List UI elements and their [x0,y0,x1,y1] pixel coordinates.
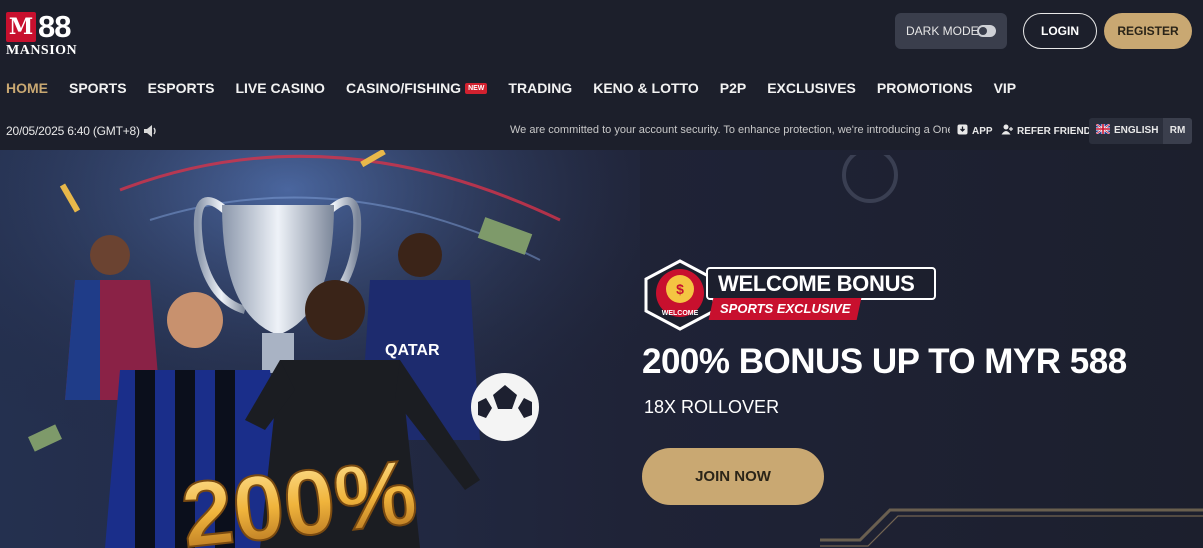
badge-welcome-text: WELCOME [662,310,699,317]
svg-text:QATAR: QATAR [385,342,440,359]
logo-name: MANSION [6,43,78,58]
nav-item-label: ESPORTS [147,80,215,96]
bonus-headline: 200% BONUS UP TO MYR 588 [642,342,1127,381]
sports-exclusive-label: SPORTS EXCLUSIVE [719,301,851,316]
announcement-marquee[interactable]: We are committed to your account securit… [510,124,950,136]
main-nav: HOME SPORTS ESPORTS LIVE CASINO CASINO/F… [0,76,1037,100]
language-label: ENGLISH [1114,125,1159,136]
join-now-button[interactable]: JOIN NOW [642,448,824,505]
m88-mansion-logo[interactable]: M 88 MANSION [6,9,82,58]
nav-item-label: SPORTS [69,80,127,96]
nav-item-trading[interactable]: TRADING [508,80,572,96]
refer-friend-icon [1001,124,1013,138]
nav-item-label: VIP [993,80,1017,96]
dark-mode-label: DARK MODE [906,24,979,38]
banner-artwork: QATAR 200% [0,150,640,548]
nav-item-casino-fishing[interactable]: CASINO/FISHING NEW [345,80,488,96]
register-button[interactable]: REGISTER [1104,13,1192,49]
rollover-text: 18X ROLLOVER [644,397,780,417]
decorative-ring [842,155,898,203]
nav-item-label: P2P [719,80,747,96]
logo-mark: M [6,12,36,42]
uk-flag-icon [1095,123,1111,137]
sports-exclusive-ribbon: SPORTS EXCLUSIVE [708,298,862,320]
nav-item-esports[interactable]: ESPORTS [148,80,215,96]
new-badge: NEW [465,82,488,94]
logo-top: M 88 [6,9,82,44]
logo-number: 88 [38,9,71,44]
svg-text:$: $ [676,281,684,297]
info-bar: 20/05/2025 6:40 (GMT+8) We are committed… [0,112,1203,150]
nav-item-label: TRADING [508,80,573,96]
nav-item-label: KENO & LOTTO [593,80,699,96]
refer-friend-label: REFER FRIEND [1017,125,1091,137]
nav-item-label: CASINO/FISHING [345,80,462,96]
toggle-switch-icon[interactable] [977,25,996,37]
app-link[interactable]: APP [957,124,993,138]
nav-item-keno-lotto[interactable]: KENO & LOTTO [593,80,699,96]
app-icon [957,124,968,138]
nav-item-label: EXCLUSIVES [767,80,856,96]
nav-item-sports[interactable]: SPORTS [69,80,127,96]
announcement-text: We are committed to your account securit… [510,124,950,136]
nav-item-exclusives[interactable]: EXCLUSIVES [767,80,856,96]
current-datetime: 20/05/2025 6:40 (GMT+8) [6,124,140,138]
language-selector[interactable]: ENGLISH [1095,123,1159,137]
site-header: M 88 MANSION DARK MODE LOGIN REGISTER HO… [0,0,1203,112]
currency-selector[interactable]: RM [1163,118,1192,144]
nav-item-label: PROMOTIONS [876,80,973,96]
welcome-bonus-title: WELCOME BONUS [706,267,936,300]
nav-item-p2p[interactable]: P2P [720,80,746,96]
login-button[interactable]: LOGIN [1023,13,1097,49]
speaker-icon [143,124,159,138]
nav-item-vip[interactable]: VIP [994,80,1017,96]
app-label: APP [972,125,993,137]
nav-item-label: LIVE CASINO [235,80,325,96]
football-illustration [471,373,539,441]
dark-mode-toggle[interactable]: DARK MODE [895,13,1007,49]
nav-item-promotions[interactable]: PROMOTIONS [877,80,973,96]
nav-item-home[interactable]: HOME [6,80,48,96]
decorative-gold-line [820,508,1203,547]
nav-item-live-casino[interactable]: LIVE CASINO [235,80,324,96]
nav-item-label: HOME [6,80,48,96]
refer-friend-link[interactable]: REFER FRIEND [1001,124,1091,138]
